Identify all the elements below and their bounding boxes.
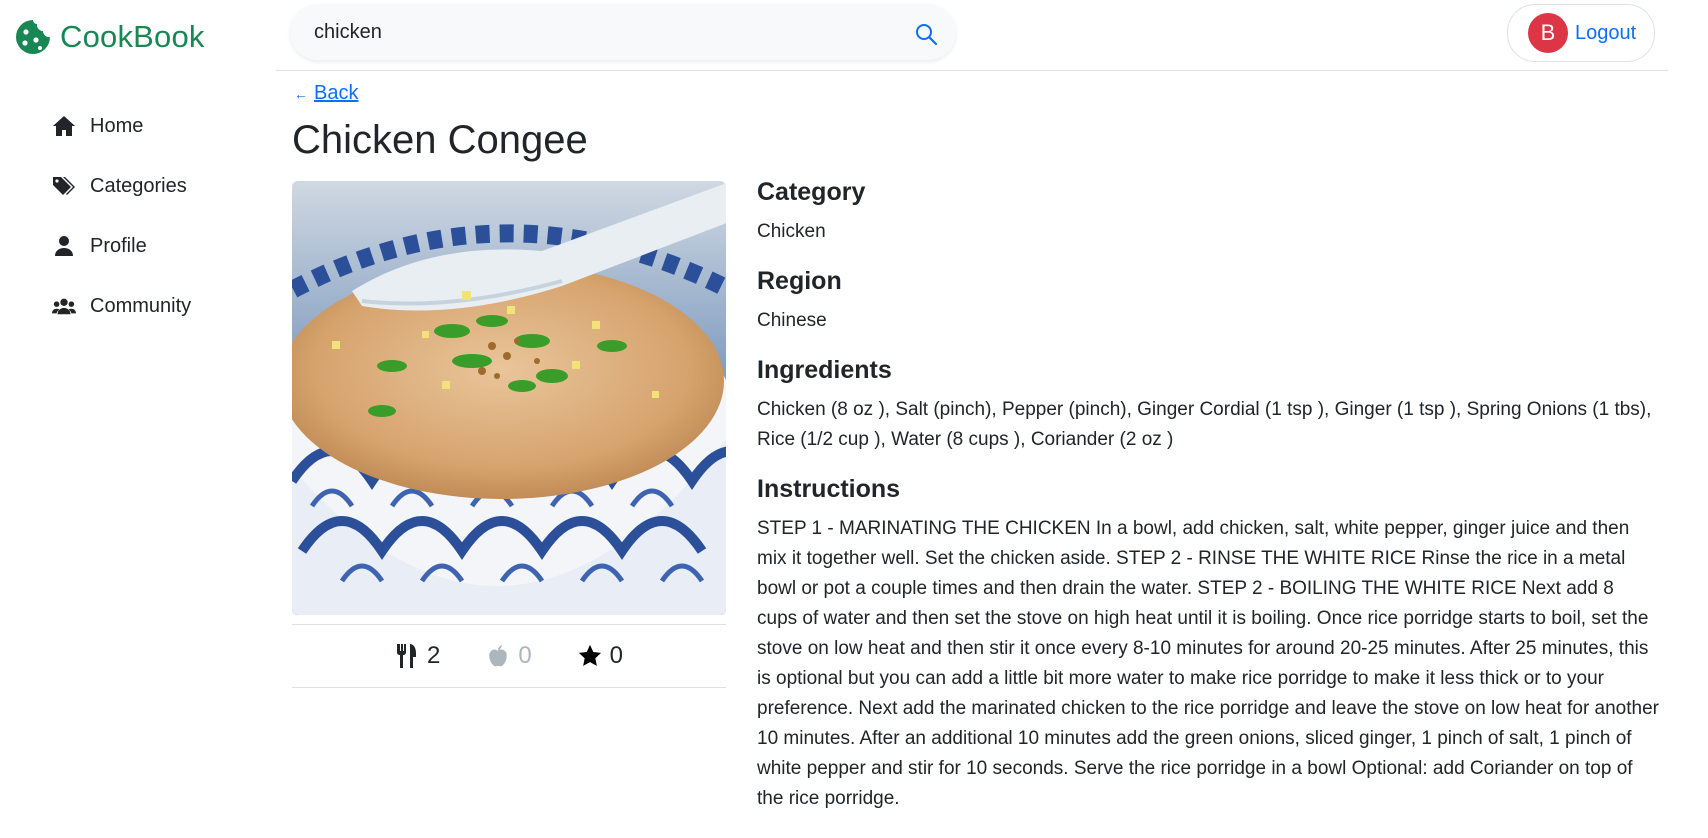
sidebar-item-label: Community	[90, 294, 192, 317]
logout-button[interactable]: B Logout	[1507, 4, 1655, 62]
search-input[interactable]	[312, 19, 896, 45]
favorite-value: 0	[609, 642, 624, 669]
sidebar-item-profile[interactable]: Profile	[52, 216, 191, 276]
arrow-left-icon: ←	[294, 86, 308, 102]
category-value: Chicken	[757, 221, 826, 242]
instructions-heading: Instructions	[757, 475, 901, 503]
back-label: Back	[314, 82, 359, 104]
brand[interactable]: CookBook	[14, 18, 205, 56]
instructions-text: STEP 1 - MARINATING THE CHICKEN In a bow…	[757, 518, 1659, 809]
favorite-count[interactable]: 0	[578, 642, 623, 670]
user-icon	[52, 234, 76, 258]
region-heading: Region	[757, 267, 842, 295]
search-icon[interactable]	[914, 22, 938, 46]
logout-label: Logout	[1575, 21, 1637, 44]
search-bar	[290, 4, 956, 60]
ingredients-heading: Ingredients	[757, 356, 892, 384]
ingredients-text: Chicken (8 oz ), Salt (pinch), Pepper (p…	[757, 399, 1652, 450]
cookie-logo-icon	[16, 20, 50, 54]
sidebar-item-label: Profile	[90, 234, 147, 257]
avatar: B	[1528, 13, 1568, 53]
recipe-title: Chicken Congee	[292, 118, 588, 162]
star-icon	[578, 644, 601, 666]
users-icon	[52, 294, 76, 318]
apple-icon	[489, 645, 508, 667]
like-value: 0	[518, 642, 532, 669]
brand-name: CookBook	[60, 19, 205, 54]
home-icon	[52, 114, 76, 138]
utensils-icon	[396, 644, 416, 668]
category-heading: Category	[757, 178, 866, 206]
sidebar-item-home[interactable]: Home	[52, 96, 191, 156]
like-count[interactable]: 0	[486, 642, 532, 670]
cooked-count[interactable]: 2	[395, 642, 440, 670]
sidebar-item-categories[interactable]: Categories	[52, 156, 191, 216]
tags-icon	[52, 174, 76, 198]
sidebar-item-label: Home	[90, 114, 144, 137]
recipe-details: Category Chicken Region Chinese Ingredie…	[757, 178, 1659, 834]
sidebar-nav: Home Categories Profile Community	[52, 96, 191, 336]
back-link[interactable]: ← Back	[294, 82, 358, 105]
sidebar-item-community[interactable]: Community	[52, 276, 191, 336]
region-value: Chinese	[757, 310, 827, 331]
header-divider	[276, 70, 1668, 71]
sidebar-item-label: Categories	[90, 174, 187, 197]
recipe-stats: 2 0 0	[292, 624, 726, 688]
cooked-value: 2	[426, 642, 441, 669]
recipe-image	[292, 181, 726, 615]
